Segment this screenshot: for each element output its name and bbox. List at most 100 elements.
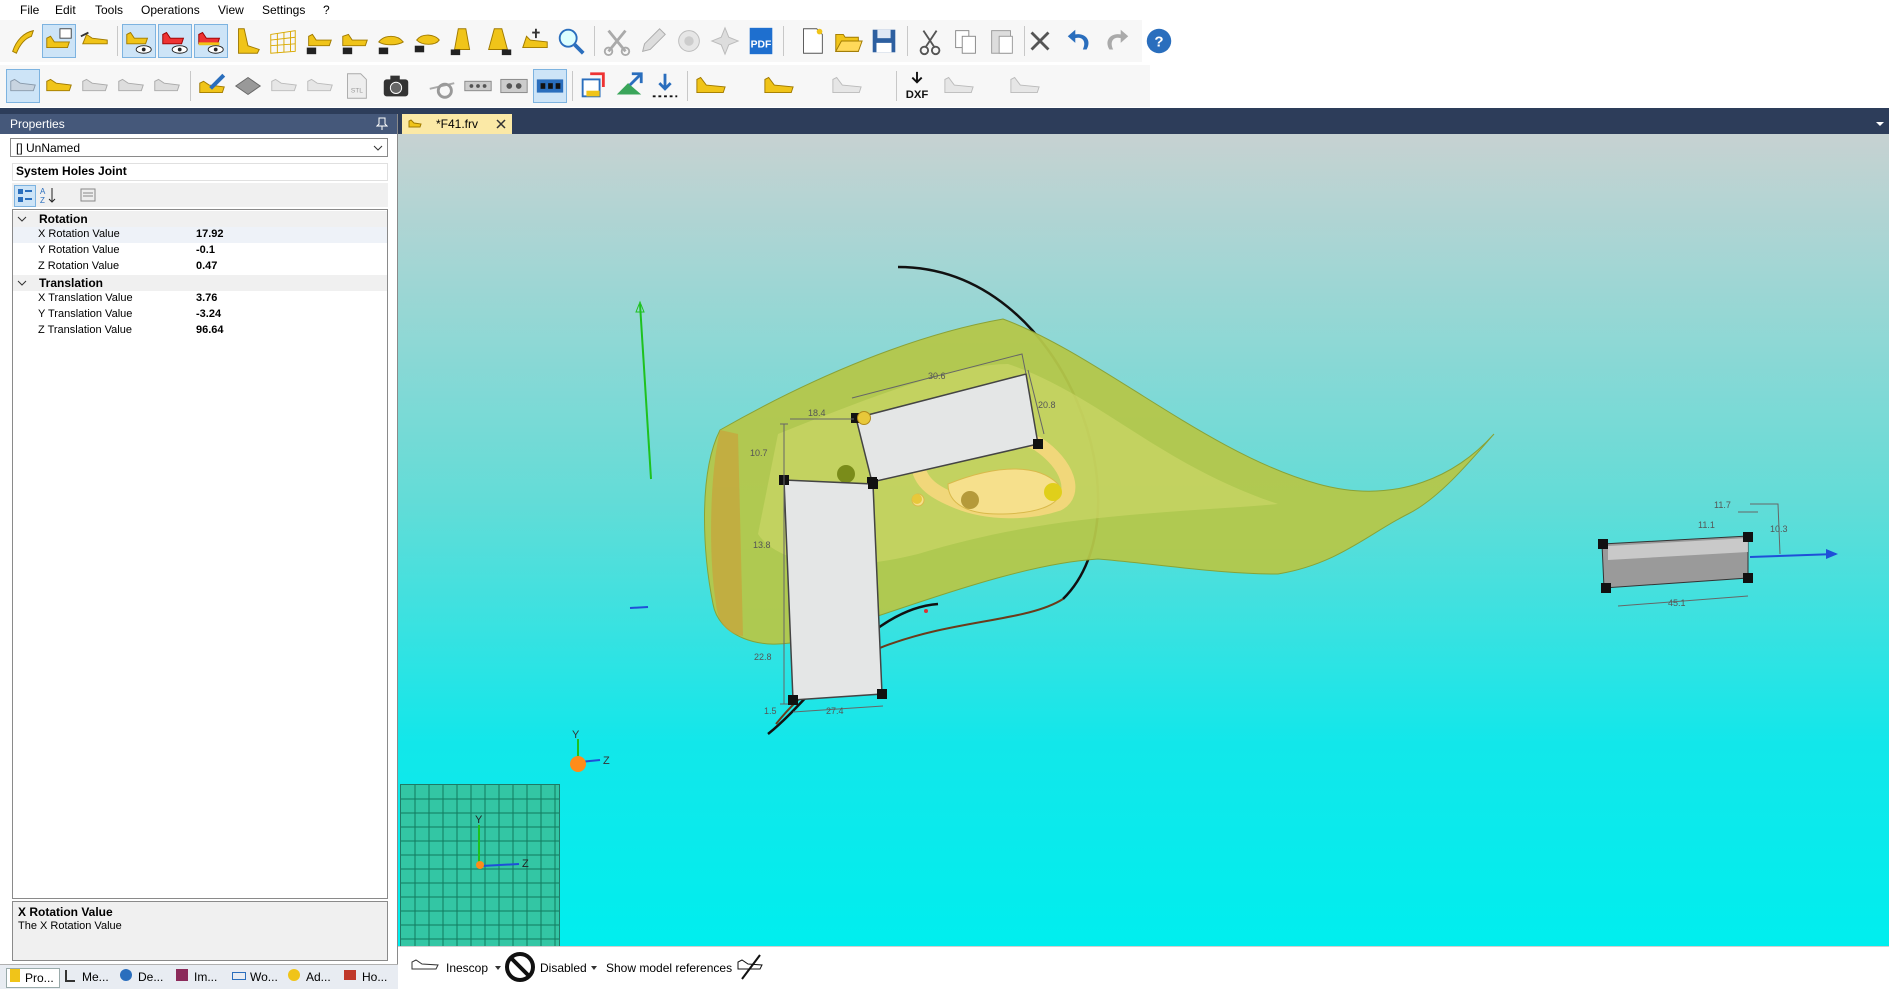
plane-icon[interactable] <box>231 69 265 103</box>
pencil-gray-icon[interactable] <box>636 24 670 58</box>
show-model-references[interactable]: Show model references <box>606 961 732 975</box>
property-row[interactable]: Z Translation Value 96.64 <box>13 323 387 339</box>
camera-top-icon[interactable] <box>374 24 408 58</box>
pivot-point[interactable] <box>837 465 855 483</box>
edit-last-icon[interactable] <box>195 69 229 103</box>
menu-edit[interactable]: Edit <box>55 3 76 17</box>
categorized-icon[interactable] <box>14 185 36 207</box>
undo-icon[interactable] <box>1063 24 1097 58</box>
cut-icon[interactable] <box>913 24 947 58</box>
chevron-down-icon[interactable] <box>494 965 502 971</box>
last-view-icon[interactable] <box>42 24 76 58</box>
close-icon[interactable] <box>496 119 506 129</box>
copy-icon[interactable] <box>949 24 983 58</box>
camera-icon[interactable] <box>379 69 413 103</box>
constraint-mode[interactable]: Disabled <box>540 961 587 975</box>
navigation-grid[interactable]: Y Z <box>400 784 560 946</box>
category-rotation[interactable]: Rotation <box>13 211 387 227</box>
show-last-icon[interactable] <box>122 24 156 58</box>
property-value[interactable]: 96.64 <box>196 324 224 336</box>
sole-yellow-2-icon[interactable] <box>762 69 796 103</box>
redo-icon[interactable] <box>1099 24 1133 58</box>
camera-back-icon[interactable] <box>446 24 480 58</box>
property-value[interactable]: 3.76 <box>196 292 217 304</box>
property-value[interactable]: 0.47 <box>196 260 217 272</box>
help-icon[interactable]: ? <box>1142 24 1176 58</box>
tab-images[interactable]: Im... <box>174 968 226 986</box>
menu-help[interactable]: ? <box>323 3 330 17</box>
property-row[interactable]: X Translation Value 3.76 <box>13 291 387 307</box>
menu-tools[interactable]: Tools <box>95 3 123 17</box>
sole-yellow-1-icon[interactable] <box>694 69 728 103</box>
disabled-icon[interactable] <box>504 951 536 983</box>
last-selector[interactable]: Inescop <box>446 961 488 975</box>
measure-icon[interactable] <box>518 24 552 58</box>
last-shape-gray2-icon[interactable] <box>114 69 148 103</box>
hide-references-icon[interactable] <box>736 953 766 981</box>
holes-row-icon[interactable] <box>461 69 495 103</box>
export-box-icon[interactable] <box>576 69 610 103</box>
dxf-gray-2-icon[interactable] <box>1008 69 1042 103</box>
zoom-icon[interactable] <box>554 24 588 58</box>
last-tool-icon[interactable] <box>6 24 40 58</box>
new-file-icon[interactable] <box>795 24 829 58</box>
menu-view[interactable]: View <box>218 3 244 17</box>
last-shape-gray3-icon[interactable] <box>150 69 184 103</box>
property-value[interactable]: 17.92 <box>196 228 224 240</box>
camera-bottom-icon[interactable] <box>410 24 444 58</box>
tab-add[interactable]: Ad... <box>286 968 338 986</box>
property-row[interactable]: X Rotation Value 17.92 <box>13 227 387 243</box>
mesh-grid-icon[interactable] <box>266 24 300 58</box>
last-gray4-icon[interactable] <box>267 69 301 103</box>
show-sole-icon[interactable] <box>194 24 228 58</box>
camera-side-icon[interactable] <box>338 24 372 58</box>
document-tab[interactable]: *F41.frv <box>402 114 512 134</box>
pivot-point[interactable] <box>1044 483 1062 501</box>
camera-front-icon[interactable] <box>302 24 336 58</box>
tab-design[interactable]: De... <box>118 968 170 986</box>
alphabetical-sort-icon[interactable]: AZ <box>38 185 58 205</box>
menu-operations[interactable]: Operations <box>141 3 200 17</box>
save-icon[interactable] <box>867 24 901 58</box>
heel-icon[interactable] <box>230 24 264 58</box>
last-side-icon[interactable] <box>78 24 112 58</box>
pin-icon[interactable] <box>376 117 388 131</box>
star-gray-icon[interactable] <box>708 24 742 58</box>
collapse-icon[interactable] <box>17 215 27 223</box>
last-shape-gray1-icon[interactable] <box>78 69 112 103</box>
download-points-icon[interactable] <box>648 69 682 103</box>
reference-point[interactable] <box>857 411 871 425</box>
pdf-icon[interactable]: PDF <box>744 24 778 58</box>
tab-holes[interactable]: Ho... <box>342 968 394 986</box>
cut-gray-icon[interactable] <box>600 24 634 58</box>
pattern-gray-icon[interactable] <box>672 24 706 58</box>
property-row[interactable]: Z Rotation Value 0.47 <box>13 259 387 275</box>
tab-work[interactable]: Wo... <box>230 968 282 986</box>
menu-file[interactable]: File <box>20 3 39 17</box>
dxf-export-icon[interactable]: DXF <box>900 69 934 103</box>
scene-canvas[interactable] <box>398 134 1889 946</box>
property-row[interactable]: Y Rotation Value -0.1 <box>13 243 387 259</box>
tab-measures[interactable]: Me... <box>62 968 114 986</box>
pivot-point[interactable] <box>961 491 979 509</box>
category-translation[interactable]: Translation <box>13 275 387 291</box>
menu-settings[interactable]: Settings <box>262 3 305 17</box>
property-value[interactable]: -3.24 <box>196 308 221 320</box>
object-selector[interactable]: [] UnNamed <box>10 138 388 157</box>
property-row[interactable]: Y Translation Value -3.24 <box>13 307 387 323</box>
chevron-down-icon[interactable] <box>590 965 598 971</box>
open-folder-icon[interactable] <box>831 24 865 58</box>
show-insole-icon[interactable] <box>158 24 192 58</box>
last-gray5-icon[interactable] <box>303 69 337 103</box>
holes-block-icon[interactable] <box>497 69 531 103</box>
collapse-icon[interactable] <box>17 279 27 287</box>
stl-file-icon[interactable]: STL <box>339 69 373 103</box>
last-shape-icon[interactable] <box>42 69 76 103</box>
3d-viewport[interactable]: 30.6 20.8 18.4 10.7 13.8 22.8 27.4 1.5 1… <box>398 134 1889 946</box>
dxf-gray-1-icon[interactable] <box>942 69 976 103</box>
tab-properties[interactable]: Pro... <box>6 968 60 988</box>
last-silhouette-icon[interactable] <box>6 69 40 103</box>
camera-toe-icon[interactable] <box>482 24 516 58</box>
settings-gray-icon[interactable] <box>425 69 459 103</box>
sole-gray-icon[interactable] <box>830 69 864 103</box>
